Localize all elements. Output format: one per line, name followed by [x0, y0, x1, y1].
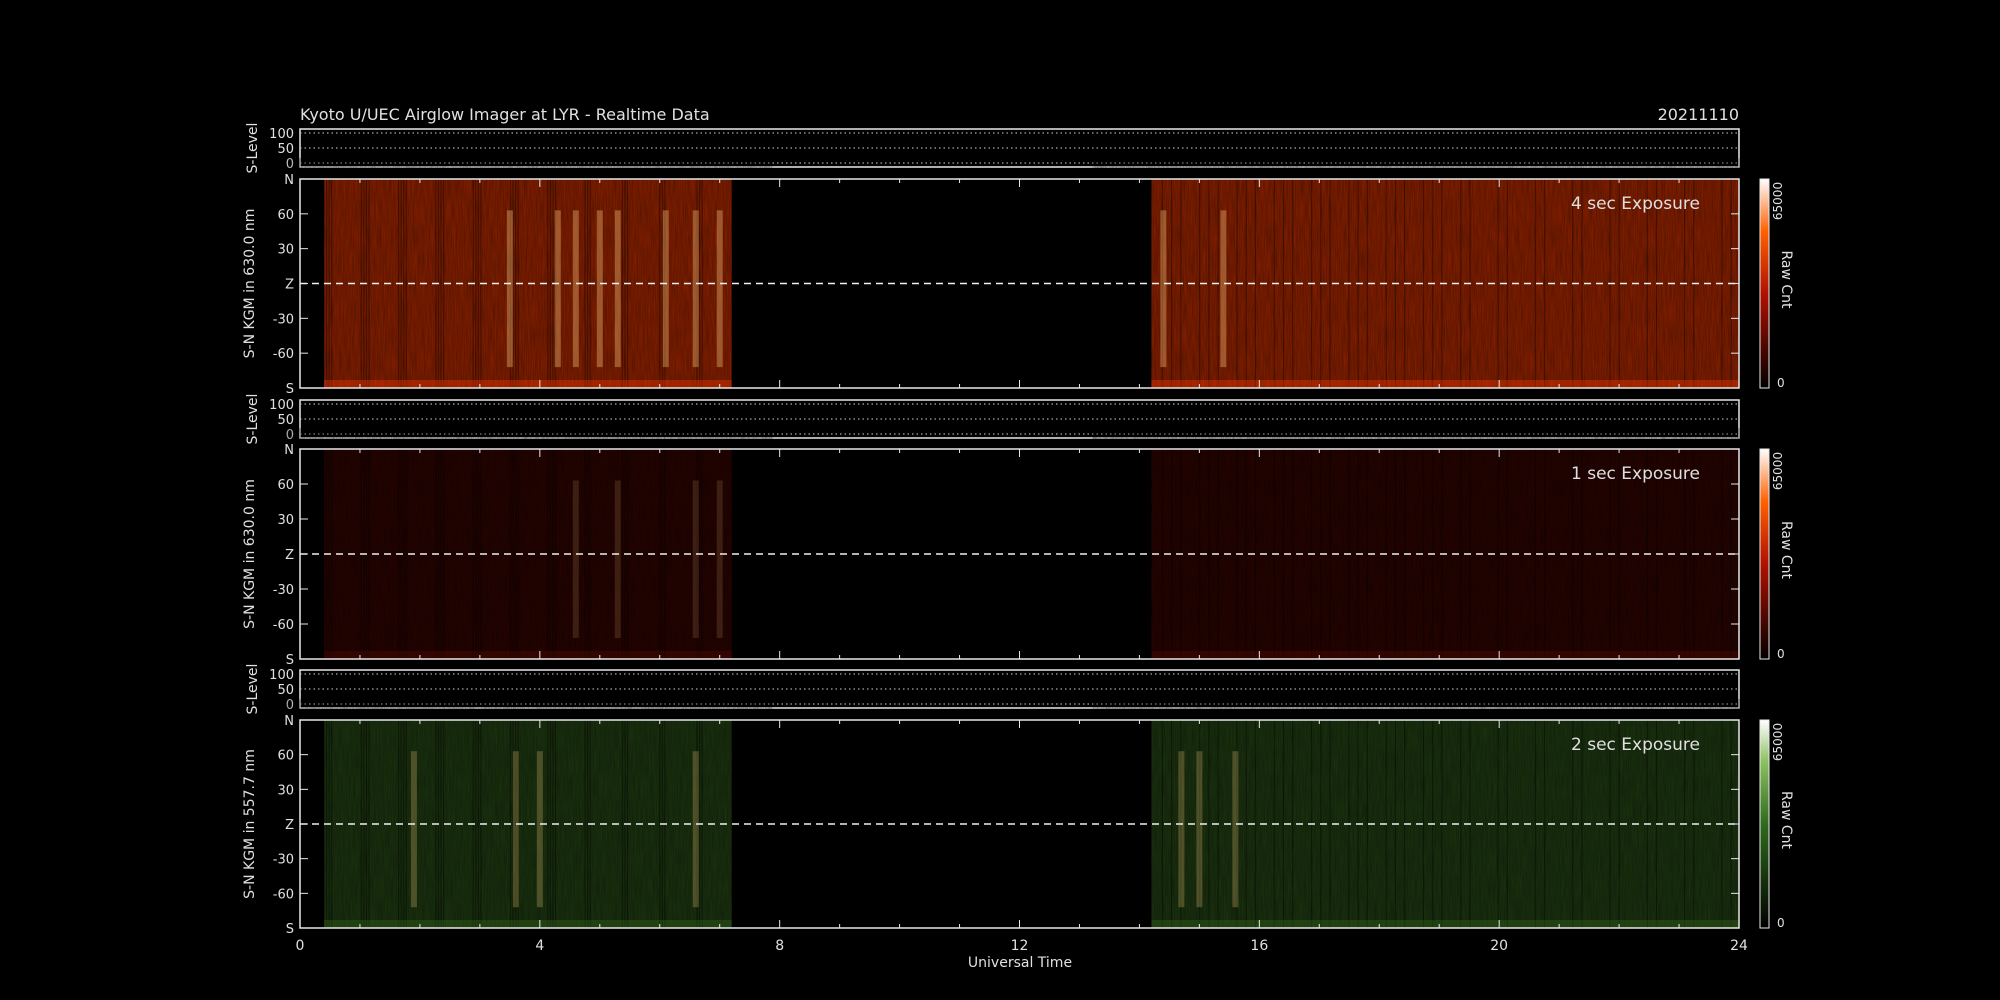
keogram-557-2s-ytick-label: Z [285, 818, 294, 833]
keogram-557-2s-colorbar-label: Raw Cnt [1778, 791, 1794, 850]
keogram-630-4s-bright-feature [692, 210, 699, 368]
s-level-2-ylabel: S-Level [245, 394, 261, 445]
keogram-630-4s-bright-feature [1160, 210, 1167, 368]
keogram-630-4s-bright-feature [662, 210, 669, 368]
x-axis-label: Universal Time [968, 955, 1072, 971]
keogram-630-4s-colorbar-label: Raw Cnt [1778, 250, 1794, 309]
keogram-figure: Kyoto U/UEC Airglow Imager at LYR - Real… [242, 105, 1794, 971]
keogram-630-4s-ytick-label: -30 [273, 312, 294, 327]
keogram-630-1s-ylabel: S-N KGM in 630.0 nm [242, 479, 258, 629]
keogram-630-4s-colorbar [1759, 178, 1770, 389]
x-tick-label: 4 [535, 938, 544, 954]
s-level-2-ytick-label: 100 [269, 398, 294, 413]
keogram-630-1s-colorbar [1759, 448, 1770, 660]
keogram-630-1s-colorbar-max: 65000 [1771, 452, 1785, 490]
panels-group: 100500S-LevelN6030Z-30-60S4 sec Exposure… [242, 123, 1794, 954]
keogram-630-4s-bright-feature [1220, 210, 1227, 368]
keogram-630-1s-bright-feature [572, 480, 579, 638]
keogram-630-1s-ytick-label: 30 [277, 513, 294, 528]
keogram-630-4s-data-texture [1151, 380, 1739, 388]
s-level-2-ytick-label: 50 [277, 413, 294, 428]
keogram-630-4s-bright-feature [506, 210, 513, 368]
s-level-3-ytick-label: 100 [269, 668, 294, 683]
keogram-630-4s-ylabel: S-N KGM in 630.0 nm [242, 209, 258, 359]
keogram-630-1s-bright-feature [614, 480, 621, 638]
keogram-630-4s-ytick-label: Z [285, 278, 294, 293]
keogram-557-2s-bright-feature [410, 751, 417, 908]
keogram-630-1s-ytick-label: Z [285, 548, 294, 563]
s-level-1-ytick-label: 50 [277, 142, 294, 157]
x-tick-label: 24 [1730, 938, 1748, 954]
keogram-557-2s-bright-feature [536, 751, 543, 908]
keogram-557-2s-ylabel: S-N KGM in 557.7 nm [242, 749, 258, 899]
keogram-557-2s-data-texture [1151, 920, 1739, 928]
keogram-630-1s-ytick-label: N [284, 443, 294, 458]
s-level-2-ytick-label: 0 [286, 428, 294, 443]
keogram-557-2s-data-texture [323, 920, 732, 928]
x-tick-label: 8 [775, 938, 784, 954]
keogram-557-2s-colorbar-min: 0 [1777, 916, 1785, 930]
keogram-557-2s-ytick-label: -60 [273, 887, 294, 902]
keogram-557-2s-colorbar [1759, 719, 1770, 929]
keogram-630-1s-ytick-label: -30 [273, 583, 294, 598]
keogram-630-4s-bright-feature [554, 210, 561, 368]
keogram-630-1s-bright-feature [692, 480, 699, 638]
s-level-1-frame [299, 128, 1740, 168]
s-level-3-ytick-label: 0 [286, 698, 294, 713]
keogram-630-4s-bright-feature [716, 210, 723, 368]
keogram-630-4s-colorbar-min: 0 [1777, 376, 1785, 390]
keogram-630-1s-data-texture [1151, 651, 1739, 659]
keogram-630-4s-ytick-label: 60 [277, 208, 294, 223]
keogram-630-4s-data-texture [323, 380, 732, 388]
keogram-557-2s-ytick-label: -30 [273, 853, 294, 868]
keogram-630-1s-bright-feature [716, 480, 723, 638]
figure-date: 20211110 [1658, 105, 1739, 124]
keogram-630-4s-bright-feature [614, 210, 621, 368]
keogram-630-1s-ytick-label: S [286, 653, 294, 668]
figure-title: Kyoto U/UEC Airglow Imager at LYR - Real… [300, 105, 710, 124]
keogram-557-2s-bright-feature [1232, 751, 1239, 908]
keogram-630-4s-ytick-label: -60 [273, 347, 294, 362]
keogram-630-4s-bright-feature [572, 210, 579, 368]
keogram-557-2s-bright-feature [1196, 751, 1203, 908]
keogram-630-1s-data-texture [323, 651, 732, 659]
keogram-630-4s-ytick-label: N [284, 173, 294, 188]
s-level-1-ytick-label: 100 [269, 127, 294, 142]
keogram-630-1s-annotation: 1 sec Exposure [1571, 464, 1700, 484]
keogram-630-4s-bright-feature [596, 210, 603, 368]
keogram-557-2s-colorbar-max: 65000 [1771, 723, 1785, 761]
keogram-557-2s-ytick-label: 30 [277, 783, 294, 798]
s-level-3-frame [299, 669, 1740, 709]
keogram-630-1s-ytick-label: -60 [273, 618, 294, 633]
keogram-630-4s-ytick-label: S [286, 382, 294, 397]
keogram-557-2s-ytick-label: S [286, 922, 294, 937]
keogram-557-2s-bright-feature [512, 751, 519, 908]
x-tick-label: 0 [296, 938, 305, 954]
x-tick-label: 12 [1011, 938, 1029, 954]
x-tick-label: 20 [1490, 938, 1508, 954]
keogram-557-2s-bright-feature [1178, 751, 1185, 908]
keogram-630-4s-ytick-label: 30 [277, 243, 294, 258]
keogram-557-2s-annotation: 2 sec Exposure [1571, 735, 1700, 755]
keogram-557-2s-ytick-label: 60 [277, 749, 294, 764]
s-level-1-ylabel: S-Level [245, 123, 261, 174]
keogram-630-4s-annotation: 4 sec Exposure [1571, 194, 1700, 214]
s-level-1-ytick-label: 0 [286, 157, 294, 172]
s-level-3-ylabel: S-Level [245, 664, 261, 715]
keogram-557-2s-bright-feature [692, 751, 699, 908]
keogram-630-1s-colorbar-label: Raw Cnt [1778, 521, 1794, 580]
keogram-630-1s-ytick-label: 60 [277, 478, 294, 493]
s-level-2-frame [299, 399, 1740, 439]
keogram-630-4s-colorbar-max: 65000 [1771, 182, 1785, 220]
keogram-557-2s-ytick-label: N [284, 714, 294, 729]
keogram-630-1s-colorbar-min: 0 [1777, 647, 1785, 661]
x-tick-label: 16 [1250, 938, 1268, 954]
s-level-3-ytick-label: 50 [277, 683, 294, 698]
